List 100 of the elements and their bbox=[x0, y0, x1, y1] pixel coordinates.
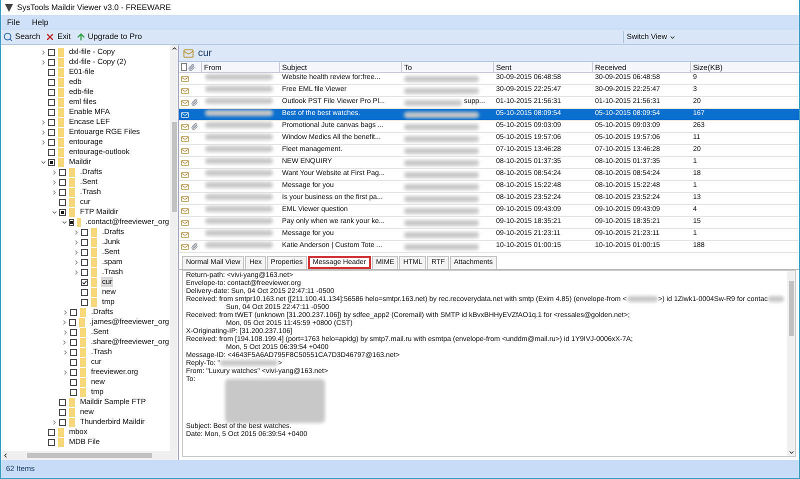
chevron-right-icon[interactable] bbox=[72, 238, 80, 246]
scroll-up-icon[interactable] bbox=[170, 45, 178, 52]
redacted-text bbox=[205, 230, 273, 236]
close-icon bbox=[45, 32, 56, 42]
envelope-icon bbox=[181, 194, 189, 202]
checkbox[interactable] bbox=[59, 398, 66, 406]
chevron-right-icon[interactable] bbox=[50, 178, 58, 186]
checkbox[interactable] bbox=[48, 98, 55, 106]
checkbox[interactable] bbox=[70, 328, 77, 336]
checkbox[interactable] bbox=[81, 288, 88, 296]
envelope-icon bbox=[181, 182, 189, 190]
checkbox[interactable] bbox=[69, 318, 76, 326]
envelope-icon bbox=[181, 86, 189, 94]
envelope-icon bbox=[181, 110, 189, 118]
checkbox[interactable] bbox=[48, 438, 55, 446]
envelope-icon bbox=[181, 98, 189, 106]
redacted-text bbox=[404, 100, 462, 106]
checkbox[interactable] bbox=[69, 218, 74, 226]
checkbox[interactable] bbox=[81, 278, 88, 286]
checkbox[interactable] bbox=[48, 138, 55, 146]
envelope-icon bbox=[181, 134, 189, 142]
checkbox[interactable] bbox=[48, 48, 55, 56]
checkbox[interactable] bbox=[48, 428, 55, 436]
chevron-right-icon[interactable] bbox=[40, 118, 46, 126]
search-icon bbox=[3, 32, 13, 42]
checkbox[interactable] bbox=[59, 188, 66, 196]
checkbox[interactable] bbox=[70, 368, 77, 376]
checkbox[interactable] bbox=[59, 418, 66, 426]
redacted-text bbox=[205, 218, 273, 224]
chevron-right-icon[interactable] bbox=[40, 58, 46, 66]
menu-item[interactable]: File bbox=[7, 16, 20, 28]
checkbox[interactable] bbox=[48, 118, 55, 126]
redacted-text bbox=[205, 170, 273, 176]
redacted-text bbox=[205, 206, 273, 212]
envelope-icon bbox=[183, 48, 194, 58]
chevron-down-icon[interactable] bbox=[61, 218, 68, 226]
checkbox[interactable] bbox=[81, 258, 88, 266]
chevron-right-icon[interactable] bbox=[62, 368, 68, 376]
checkbox[interactable] bbox=[70, 358, 77, 366]
checkbox[interactable] bbox=[48, 128, 55, 136]
checkbox[interactable] bbox=[48, 68, 55, 76]
checkbox[interactable] bbox=[48, 158, 55, 166]
chevron-right-icon[interactable] bbox=[72, 258, 80, 266]
chevron-right-icon[interactable] bbox=[72, 248, 80, 256]
envelope-icon bbox=[181, 170, 189, 178]
redacted-text bbox=[205, 134, 273, 140]
app-logo-icon bbox=[5, 4, 13, 12]
redacted-text bbox=[205, 158, 273, 164]
checkbox[interactable] bbox=[70, 308, 77, 316]
checkbox[interactable] bbox=[59, 408, 66, 416]
redacted-text bbox=[205, 146, 273, 152]
envelope-icon bbox=[181, 230, 189, 238]
chevron-right-icon[interactable] bbox=[40, 138, 46, 146]
checkbox[interactable] bbox=[81, 298, 88, 306]
checkbox[interactable] bbox=[59, 198, 66, 206]
chevron-right-icon[interactable] bbox=[62, 328, 68, 336]
checkbox[interactable] bbox=[48, 58, 55, 66]
envelope-icon bbox=[181, 158, 189, 166]
scroll-left-icon[interactable] bbox=[2, 452, 9, 459]
toolbar-button[interactable]: Search bbox=[3, 31, 40, 43]
checkbox[interactable] bbox=[59, 168, 66, 176]
checkbox[interactable] bbox=[81, 248, 88, 256]
checkbox[interactable] bbox=[59, 208, 66, 216]
vertical-scrollbar[interactable] bbox=[787, 271, 795, 456]
chevron-down-icon[interactable] bbox=[40, 158, 46, 166]
checkbox[interactable] bbox=[59, 178, 66, 186]
caret-icon bbox=[669, 34, 676, 40]
chevron-right-icon[interactable] bbox=[72, 268, 80, 276]
vertical-scrollbar[interactable] bbox=[170, 45, 178, 451]
scroll-down-icon[interactable] bbox=[788, 449, 794, 456]
chevron-right-icon[interactable] bbox=[40, 48, 46, 56]
checkbox[interactable] bbox=[81, 228, 88, 236]
toolbar-button[interactable]: Upgrade to Pro bbox=[76, 31, 142, 43]
chevron-right-icon[interactable] bbox=[62, 348, 68, 356]
checkbox[interactable] bbox=[70, 388, 77, 396]
checkbox[interactable] bbox=[70, 338, 77, 346]
toolbar-button[interactable]: Exit bbox=[45, 31, 71, 43]
menu-item[interactable]: Help bbox=[32, 16, 48, 28]
redacted-text bbox=[205, 86, 273, 92]
chevron-right-icon[interactable] bbox=[61, 338, 68, 346]
checkbox[interactable] bbox=[70, 378, 77, 386]
checkbox[interactable] bbox=[81, 268, 88, 276]
chevron-right-icon[interactable] bbox=[61, 318, 68, 326]
checkbox[interactable] bbox=[70, 348, 77, 356]
redacted-text bbox=[205, 74, 273, 80]
checkbox[interactable] bbox=[81, 238, 88, 246]
chevron-right-icon[interactable] bbox=[50, 418, 58, 426]
redacted-text bbox=[205, 98, 273, 104]
checkbox[interactable] bbox=[48, 88, 55, 96]
chevron-right-icon[interactable] bbox=[72, 228, 80, 236]
horizontal-scrollbar[interactable] bbox=[1, 451, 178, 460]
chevron-right-icon[interactable] bbox=[50, 188, 58, 196]
chevron-right-icon[interactable] bbox=[40, 128, 46, 136]
chevron-right-icon[interactable] bbox=[62, 308, 68, 316]
checkbox[interactable] bbox=[48, 148, 55, 156]
checkbox[interactable] bbox=[48, 108, 55, 116]
chevron-down-icon[interactable] bbox=[50, 208, 58, 216]
chevron-right-icon[interactable] bbox=[50, 168, 58, 176]
redacted-text bbox=[626, 296, 658, 302]
checkbox[interactable] bbox=[48, 78, 55, 86]
